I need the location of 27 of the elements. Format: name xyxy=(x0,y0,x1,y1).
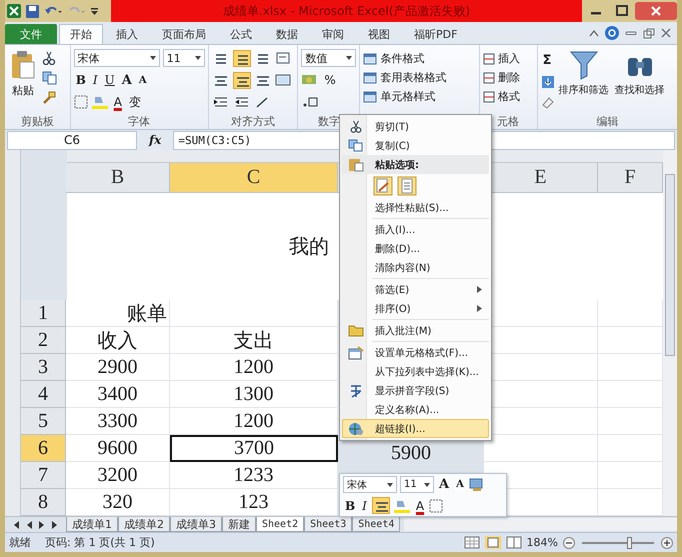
table-cell: 3700 xyxy=(170,435,338,462)
table-cell: 3200 xyxy=(66,462,170,489)
group-label: 元格 xyxy=(497,114,520,128)
table-cell: 1233 xyxy=(170,462,338,489)
table-cell: 1200 xyxy=(170,408,338,435)
status-text: 页码: 第 1 页(共 1 页) xyxy=(45,535,155,550)
page-header-text: 我的 xyxy=(289,232,329,260)
table-cell: 收入 xyxy=(66,327,170,354)
table-cell: 320 xyxy=(66,489,170,516)
table-cell: 支出 xyxy=(170,327,338,354)
table-cell: 9600 xyxy=(66,435,170,462)
group-label: 对齐方式 xyxy=(231,114,276,128)
table-cell: 3400 xyxy=(66,381,170,408)
group-label: 数字 xyxy=(318,114,340,128)
table-cell: 1300 xyxy=(170,381,338,408)
table-cell: 2900 xyxy=(66,354,170,381)
window-title: 成绩单.xlsx - Microsoft Excel(产品激活失败) xyxy=(222,2,470,20)
group-label: 剪贴板 xyxy=(20,114,54,128)
table-cell-text: 5900 xyxy=(390,441,432,462)
table-cell: 3300 xyxy=(66,408,170,435)
menu-heading: 粘贴选项: xyxy=(342,155,489,174)
group-label: 编辑 xyxy=(596,114,618,128)
table-cell: 1200 xyxy=(170,354,338,381)
status-text: 就绪 xyxy=(9,535,31,550)
group-label: 字体 xyxy=(128,114,150,128)
table-cell: 账单 xyxy=(66,300,170,327)
table-cell: 123 xyxy=(170,489,338,516)
